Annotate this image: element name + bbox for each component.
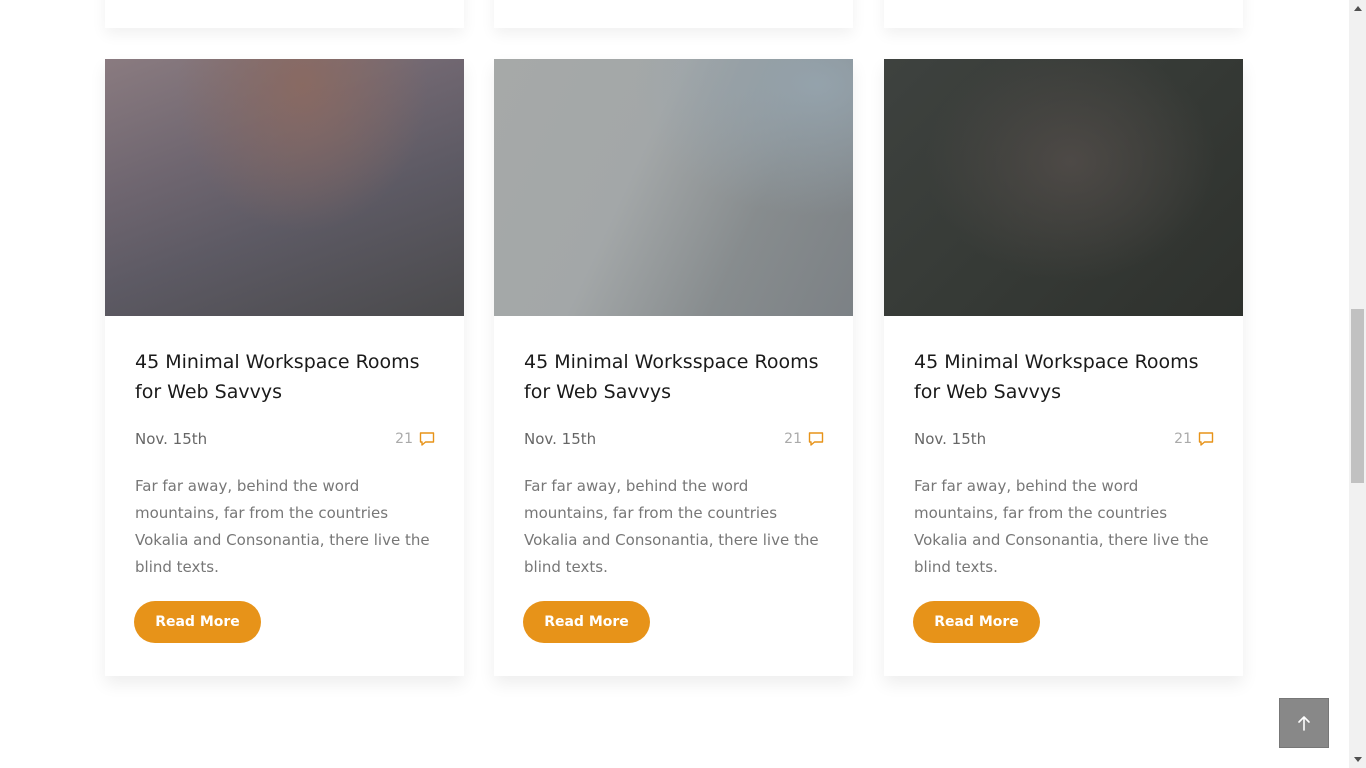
blog-card-meta: Nov. 15th 21 bbox=[524, 429, 824, 449]
blog-card-meta: Nov. 15th 21 bbox=[914, 429, 1214, 449]
read-more-button[interactable]: Read More bbox=[523, 601, 650, 643]
scrollbar-thumb[interactable] bbox=[1351, 309, 1364, 483]
blog-card-meta: Nov. 15th 21 bbox=[135, 429, 435, 449]
scroll-up-arrow[interactable] bbox=[1349, 0, 1366, 17]
comments-link[interactable]: 21 bbox=[784, 429, 824, 449]
post-date[interactable]: Nov. 15th bbox=[914, 429, 986, 449]
blog-card-image[interactable] bbox=[494, 59, 853, 316]
comments-link[interactable]: 21 bbox=[395, 429, 435, 449]
blog-card: 45 Minimal Workspace Rooms for Web Savvy… bbox=[105, 59, 464, 676]
comment-icon bbox=[1198, 432, 1214, 446]
blog-card-excerpt: Far far away, behind the word mountains,… bbox=[914, 477, 1209, 576]
blog-card: 45 Minimal Workspace Rooms for Web Savvy… bbox=[884, 59, 1243, 676]
blog-card-excerpt: Far far away, behind the word mountains,… bbox=[524, 477, 819, 576]
blog-card-title[interactable]: 45 Minimal Workspace Rooms for Web Savvy… bbox=[914, 347, 1214, 407]
comment-icon bbox=[808, 432, 824, 446]
comment-count: 21 bbox=[1174, 431, 1192, 447]
read-more-button[interactable]: Read More bbox=[913, 601, 1040, 643]
post-date[interactable]: Nov. 15th bbox=[135, 429, 207, 449]
blog-card-image[interactable] bbox=[105, 59, 464, 316]
triangle-up-icon bbox=[1353, 6, 1362, 11]
comment-count: 21 bbox=[784, 431, 802, 447]
scroll-down-arrow[interactable] bbox=[1349, 751, 1366, 768]
previous-card bbox=[884, 0, 1243, 28]
page: 45 Minimal Workspace Rooms for Web Savvy… bbox=[0, 0, 1349, 768]
arrow-up-icon bbox=[1298, 716, 1310, 731]
previous-card bbox=[105, 0, 464, 28]
blog-card-title[interactable]: 45 Minimal Worksspace Rooms for Web Savv… bbox=[524, 347, 824, 407]
previous-row-cards bbox=[105, 0, 1244, 28]
back-to-top-button[interactable] bbox=[1279, 698, 1329, 748]
blog-card-title[interactable]: 45 Minimal Workspace Rooms for Web Savvy… bbox=[135, 347, 435, 407]
blog-card-excerpt: Far far away, behind the word mountains,… bbox=[135, 477, 430, 576]
comment-icon bbox=[419, 432, 435, 446]
triangle-down-icon bbox=[1353, 757, 1362, 762]
vertical-scrollbar[interactable] bbox=[1349, 0, 1366, 768]
blog-card: 45 Minimal Worksspace Rooms for Web Savv… bbox=[494, 59, 853, 676]
comment-count: 21 bbox=[395, 431, 413, 447]
read-more-button[interactable]: Read More bbox=[134, 601, 261, 643]
comments-link[interactable]: 21 bbox=[1174, 429, 1214, 449]
previous-card bbox=[494, 0, 853, 28]
blog-card-image[interactable] bbox=[884, 59, 1243, 316]
post-date[interactable]: Nov. 15th bbox=[524, 429, 596, 449]
